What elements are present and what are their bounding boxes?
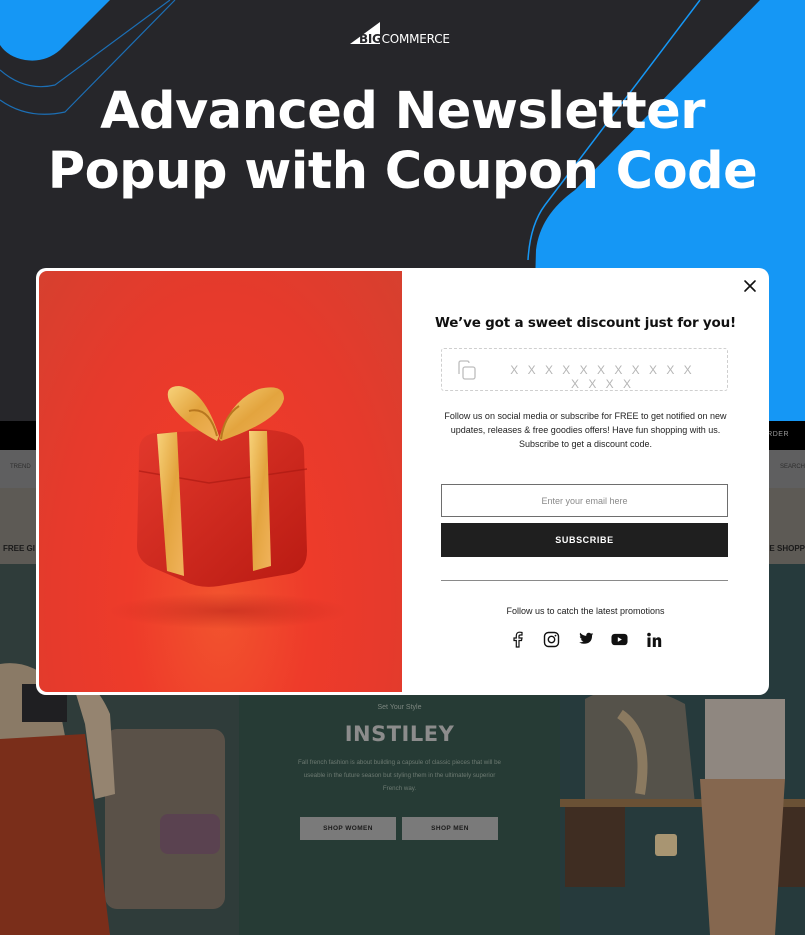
logo-text-commerce: COMMERCE — [381, 32, 450, 46]
popup-message-line-2: Subscribe to get a discount code. — [518, 439, 653, 449]
email-input[interactable] — [441, 484, 728, 517]
gift-box-illustration — [109, 386, 349, 629]
hero-eyebrow: Set Your Style — [377, 704, 422, 711]
youtube-icon — [611, 633, 628, 646]
close-icon — [744, 280, 756, 292]
hero-description: Fall french fashion is about building a … — [298, 759, 501, 792]
instagram-link[interactable] — [543, 631, 560, 648]
subscribe-button[interactable]: SUBSCRIBE — [441, 523, 728, 557]
nav-search-link[interactable]: SEARCH — [780, 464, 805, 470]
popup-message: Follow us on social media or subscribe f… — [432, 409, 739, 451]
linkedin-icon — [646, 632, 661, 647]
coupon-code-text: X X X X X X X X X X X X X X X — [510, 363, 695, 391]
promo-text-right: E SHOPP — [769, 544, 805, 553]
linkedin-link[interactable] — [645, 631, 662, 648]
headline-line-1: Advanced Newsletter — [100, 82, 705, 141]
newsletter-popup: We’ve got a sweet discount just for you!… — [36, 268, 769, 695]
facebook-icon — [512, 631, 523, 648]
copy-coupon-button[interactable] — [454, 360, 478, 382]
social-links — [402, 631, 769, 648]
popup-title: We’ve got a sweet discount just for you! — [435, 315, 736, 331]
top-left-blob — [0, 0, 110, 61]
twitter-icon — [579, 632, 594, 644]
nav-trend-link[interactable]: TREND — [10, 464, 31, 470]
gift-image — [39, 271, 402, 692]
promo-text-left: FREE GI — [3, 544, 36, 553]
follow-text: Follow us to catch the latest promotions — [506, 606, 665, 616]
youtube-link[interactable] — [611, 631, 628, 648]
instagram-icon — [543, 631, 560, 648]
popup-content: We’ve got a sweet discount just for you!… — [402, 268, 769, 695]
twitter-link[interactable] — [577, 631, 594, 648]
logo-text-big: BIG — [359, 32, 382, 46]
hero-brand: INSTILEY — [344, 722, 455, 746]
shop-men-button[interactable]: SHOP MEN — [402, 817, 498, 840]
coupon-code-box[interactable]: X X X X X X X X X X X X X X X — [441, 348, 728, 391]
popup-message-line-1: Follow us on social media or subscribe f… — [444, 411, 727, 435]
divider — [441, 580, 728, 581]
bigcommerce-logo: BIG COMMERCE — [348, 21, 450, 46]
close-button[interactable] — [741, 277, 759, 295]
headline: Advanced Newsletter Popup with Coupon Co… — [0, 82, 805, 202]
hero-buttons: SHOP WOMEN SHOP MEN — [300, 817, 498, 840]
headline-line-2: Popup with Coupon Code — [47, 142, 758, 201]
shop-women-button[interactable]: SHOP WOMEN — [300, 817, 396, 840]
facebook-link[interactable] — [509, 631, 526, 648]
copy-icon — [458, 360, 476, 380]
